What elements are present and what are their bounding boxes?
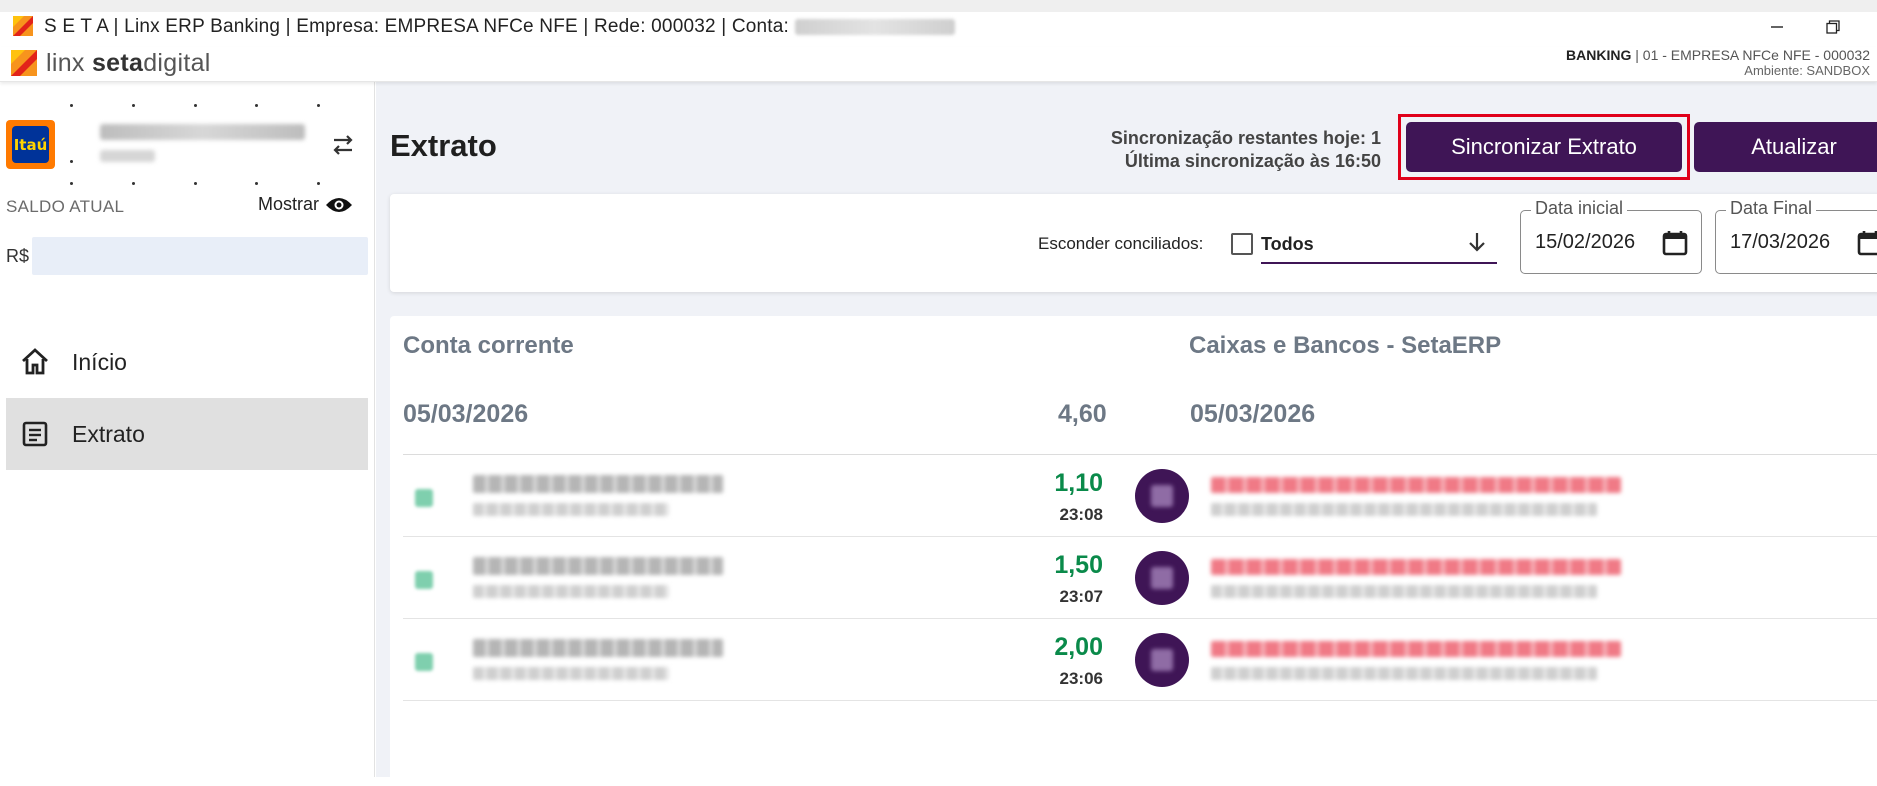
restore-icon [1826, 20, 1840, 34]
last-sync: Última sincronização às 16:50 [1124, 151, 1381, 171]
minimize-button[interactable] [1754, 14, 1800, 40]
hide-reconciled-label: Esconder conciliados: [1038, 234, 1204, 253]
checking-account-title: Conta corrente [403, 332, 574, 359]
link-icon [1151, 649, 1173, 671]
end-date-field[interactable]: Data Final 17/03/2026 [1715, 198, 1877, 274]
balance-label: SALDO ATUAL [6, 197, 125, 216]
calendar-icon[interactable] [1661, 229, 1689, 257]
transaction-row[interactable]: 1,50 23:07 [403, 537, 1877, 619]
logo-part-linx: linx [46, 49, 92, 77]
transaction-detail-redacted [473, 585, 669, 598]
hint-text-redacted [1211, 503, 1597, 516]
sidebar-item-label: Extrato [72, 420, 145, 447]
sync-remaining: Sincronização restantes hoje: 1 [1110, 128, 1381, 148]
transaction-description-redacted [473, 639, 723, 657]
home-icon [22, 348, 48, 375]
eye-icon [326, 197, 353, 212]
window-top-strip [0, 0, 1877, 12]
company-info: BANKING | 01 - EMPRESA NFCe NFE - 000032… [1566, 47, 1870, 78]
reconcile-button[interactable] [1135, 633, 1189, 687]
filter-card: Esconder conciliados: Todos Data inicial… [390, 194, 1877, 292]
transaction-time: 23:06 [1059, 669, 1103, 688]
start-date-value: 15/02/2026 [1535, 231, 1636, 253]
transaction-type-icon [415, 571, 433, 589]
transaction-amount: 1,50 [1054, 551, 1103, 579]
not-found-warning-redacted [1211, 477, 1621, 493]
account-sub-redacted [100, 150, 155, 162]
transaction-detail-redacted [473, 667, 669, 680]
not-found-warning-redacted [1211, 559, 1621, 575]
reconcile-button[interactable] [1135, 551, 1189, 605]
group-total: 4,60 [1058, 400, 1107, 428]
logo-part-seta: seta [91, 49, 144, 77]
reconcile-button[interactable] [1135, 469, 1189, 523]
sidebar: Itaú SALDO ATUAL Mostrar R$ Início Extra… [0, 82, 375, 777]
transaction-row[interactable]: 1,10 23:08 [403, 455, 1877, 537]
sidebar-item-label: Início [72, 348, 127, 375]
status-select[interactable]: Todos [1261, 222, 1497, 264]
end-date-value: 17/03/2026 [1730, 231, 1831, 253]
end-date-label: Data Final [1726, 198, 1817, 219]
brand-bar: linx setadigital BANKING | 01 - EMPRESA … [0, 47, 1877, 82]
environment-label: Ambiente: SANDBOX [1744, 63, 1870, 78]
banking-label: BANKING [1566, 47, 1632, 63]
start-date-label: Data inicial [1531, 198, 1628, 219]
page-title: Extrato [390, 128, 497, 163]
row-divider [403, 700, 1877, 701]
linx-logo-icon [11, 50, 37, 76]
start-date-field[interactable]: Data inicial 15/02/2026 [1520, 198, 1702, 274]
bank-logo-text: Itaú [12, 126, 49, 163]
erp-column-title: Caixas e Bancos - SetaERP [1189, 332, 1502, 359]
group-date-right: 05/03/2026 [1190, 400, 1316, 428]
transaction-detail-redacted [473, 503, 669, 516]
show-balance-label: Mostrar [258, 194, 320, 214]
transaction-amount: 1,10 [1054, 469, 1103, 497]
company-label: 01 - EMPRESA NFCe NFE - 000032 [1642, 47, 1870, 63]
logo-part-digital: digital [143, 49, 211, 77]
transaction-time: 23:08 [1059, 505, 1103, 524]
window-title-text: S E T A | Linx ERP Banking | Empresa: EM… [44, 16, 795, 37]
transaction-amount: 2,00 [1054, 633, 1103, 661]
sync-info: Sincronização restantes hoje: 1 Última s… [1056, 127, 1381, 173]
main-content: Extrato Sincronização restantes hoje: 1 … [376, 82, 1877, 786]
hint-text-redacted [1211, 585, 1597, 598]
document-icon [22, 421, 48, 447]
decorative-dots [70, 104, 320, 108]
transaction-type-icon [415, 653, 433, 671]
account-name-redacted [100, 124, 305, 140]
link-icon [1151, 567, 1173, 589]
hide-reconciled-checkbox[interactable] [1231, 233, 1253, 255]
window-titlebar: S E T A | Linx ERP Banking | Empresa: EM… [0, 12, 1877, 47]
transaction-row[interactable]: 2,00 23:06 [403, 619, 1877, 701]
transaction-time: 23:07 [1059, 587, 1103, 606]
balance-field [32, 237, 368, 275]
link-icon [1151, 485, 1173, 507]
calendar-icon[interactable] [1856, 229, 1877, 257]
decorative-dots-left [70, 160, 100, 164]
restore-button[interactable] [1810, 14, 1856, 40]
transaction-description-redacted [473, 475, 723, 493]
statement-card: Conta corrente Caixas e Bancos - SetaERP… [390, 316, 1877, 786]
transaction-description-redacted [473, 557, 723, 575]
not-found-warning-redacted [1211, 641, 1621, 657]
refresh-button[interactable]: Atualizar [1694, 122, 1877, 172]
status-select-value: Todos [1261, 234, 1314, 254]
arrow-down-icon [1469, 233, 1485, 252]
sidebar-item-extrato[interactable]: Extrato [6, 398, 368, 470]
sidebar-item-inicio[interactable]: Início [6, 326, 368, 398]
swap-account-icon[interactable] [328, 130, 358, 160]
currency-label: R$ [6, 246, 30, 266]
brand-logo-text: linx setadigital [46, 49, 211, 78]
hint-text-redacted [1211, 667, 1597, 680]
group-date-left: 05/03/2026 [403, 400, 529, 428]
app-icon [13, 16, 33, 36]
sync-statement-button[interactable]: Sincronizar Extrato [1406, 122, 1682, 172]
show-balance-toggle[interactable]: Mostrar [258, 194, 353, 215]
redacted-account [794, 18, 955, 35]
decorative-dots-bottom [70, 182, 320, 186]
window-title: S E T A | Linx ERP Banking | Empresa: EM… [44, 16, 955, 38]
bank-logo: Itaú [6, 120, 55, 169]
transaction-type-icon [415, 489, 433, 507]
minimize-icon [1771, 26, 1783, 28]
